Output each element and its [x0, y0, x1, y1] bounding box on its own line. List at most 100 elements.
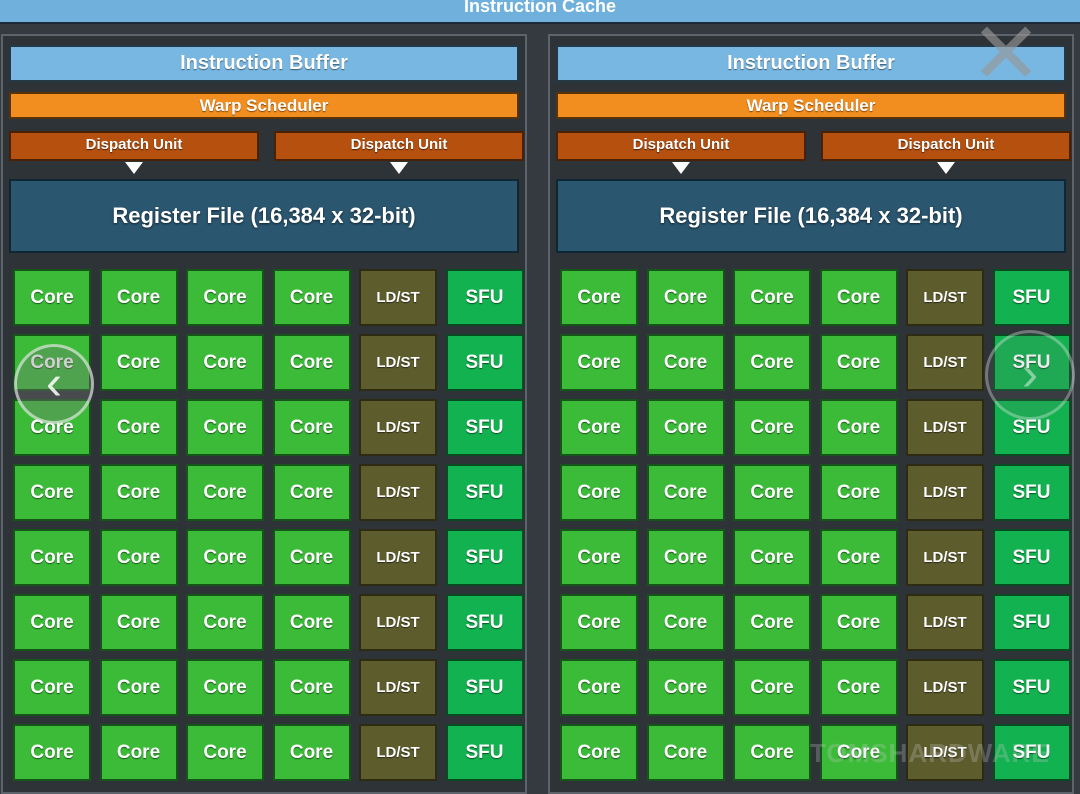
core-unit: Core: [733, 464, 811, 521]
core-unit: Core: [560, 269, 638, 326]
core-unit: Core: [646, 529, 725, 586]
core-unit: Core: [99, 399, 178, 456]
core-unit: Core: [733, 659, 811, 716]
core-unit: Core: [560, 399, 638, 456]
core-unit: Core: [186, 269, 264, 326]
core-unit: Core: [560, 529, 638, 586]
core-unit: Core: [819, 464, 898, 521]
dispatch-unit: Dispatch Unit: [274, 131, 524, 161]
core-unit: Core: [272, 594, 351, 651]
sfu-unit: SFU: [992, 269, 1071, 326]
arrow-down-icon: [390, 162, 408, 174]
core-unit: Core: [733, 594, 811, 651]
core-unit: Core: [560, 464, 638, 521]
sfu-unit: SFU: [992, 594, 1071, 651]
sfu-unit: SFU: [445, 594, 524, 651]
core-unit: Core: [186, 464, 264, 521]
core-unit: Core: [819, 269, 898, 326]
core-unit: Core: [819, 334, 898, 391]
core-unit: Core: [99, 594, 178, 651]
core-unit: Core: [99, 334, 178, 391]
core-unit: Core: [99, 529, 178, 586]
execution-unit-grid: Core Core Core Core LD/ST SFU Core Core Core Core…: [560, 269, 1071, 781]
core-unit: Core: [819, 659, 898, 716]
core-unit: Core: [99, 269, 178, 326]
sfu-unit: SFU: [992, 464, 1071, 521]
ld-st-unit: LD/ST: [359, 269, 437, 326]
core-unit: Core: [560, 594, 638, 651]
ld-st-unit: LD/ST: [906, 529, 984, 586]
core-unit: Core: [186, 334, 264, 391]
ld-st-unit: LD/ST: [359, 464, 437, 521]
chevron-right-icon[interactable]: ›: [985, 330, 1075, 420]
core-unit: Core: [646, 724, 725, 781]
watermark: TOMSHARDWARE: [810, 738, 1050, 768]
ld-st-unit: LD/ST: [359, 594, 437, 651]
core-unit: Core: [560, 659, 638, 716]
ld-st-unit: LD/ST: [906, 464, 984, 521]
core-unit: Core: [13, 529, 91, 586]
core-unit: Core: [819, 529, 898, 586]
core-unit: Core: [272, 724, 351, 781]
sfu-unit: SFU: [445, 659, 524, 716]
core-unit: Core: [186, 594, 264, 651]
ld-st-unit: LD/ST: [359, 529, 437, 586]
register-file: Register File (16,384 x 32-bit): [9, 179, 519, 253]
warp-scheduler: Warp Scheduler: [9, 92, 519, 119]
instruction-buffer: Instruction Buffer: [9, 45, 519, 82]
core-unit: Core: [272, 464, 351, 521]
sfu-unit: SFU: [445, 724, 524, 781]
core-unit: Core: [560, 724, 638, 781]
core-unit: Core: [733, 269, 811, 326]
core-unit: Core: [560, 334, 638, 391]
ld-st-unit: LD/ST: [359, 399, 437, 456]
core-unit: Core: [646, 659, 725, 716]
core-unit: Core: [733, 724, 811, 781]
ld-st-unit: LD/ST: [906, 399, 984, 456]
core-unit: Core: [272, 399, 351, 456]
core-unit: Core: [186, 724, 264, 781]
core-unit: Core: [186, 529, 264, 586]
core-unit: Core: [99, 724, 178, 781]
core-unit: Core: [272, 269, 351, 326]
chevron-left-icon[interactable]: ‹: [14, 344, 94, 424]
sfu-unit: SFU: [445, 529, 524, 586]
ld-st-unit: LD/ST: [906, 334, 984, 391]
arrow-down-icon: [672, 162, 690, 174]
sfu-unit: SFU: [445, 464, 524, 521]
core-unit: Core: [646, 594, 725, 651]
core-unit: Core: [272, 334, 351, 391]
core-unit: Core: [186, 659, 264, 716]
core-unit: Core: [646, 464, 725, 521]
sfu-unit: SFU: [445, 399, 524, 456]
core-unit: Core: [272, 659, 351, 716]
ld-st-unit: LD/ST: [906, 594, 984, 651]
arrow-down-icon: [937, 162, 955, 174]
ld-st-unit: LD/ST: [359, 659, 437, 716]
core-unit: Core: [13, 724, 91, 781]
execution-unit-grid: Core Core Core Core LD/ST SFU Core Core Core Core…: [13, 269, 524, 781]
sfu-unit: SFU: [445, 269, 524, 326]
arrow-down-icon: [125, 162, 143, 174]
core-unit: Core: [733, 334, 811, 391]
sfu-unit: SFU: [445, 334, 524, 391]
core-unit: Core: [819, 594, 898, 651]
sm-block-right: Instruction Buffer Warp Scheduler Dispat…: [548, 34, 1074, 794]
core-unit: Core: [13, 269, 91, 326]
core-unit: Core: [646, 334, 725, 391]
sfu-unit: SFU: [992, 659, 1071, 716]
core-unit: Core: [13, 594, 91, 651]
instruction-cache-bar: Instruction Cache: [0, 0, 1080, 24]
core-unit: Core: [99, 659, 178, 716]
register-file: Register File (16,384 x 32-bit): [556, 179, 1066, 253]
sfu-unit: SFU: [992, 529, 1071, 586]
core-unit: Core: [646, 269, 725, 326]
core-unit: Core: [13, 659, 91, 716]
core-unit: Core: [733, 529, 811, 586]
core-unit: Core: [646, 399, 725, 456]
core-unit: Core: [733, 399, 811, 456]
dispatch-unit: Dispatch Unit: [556, 131, 806, 161]
ld-st-unit: LD/ST: [906, 659, 984, 716]
core-unit: Core: [99, 464, 178, 521]
close-icon[interactable]: ✕: [968, 11, 1044, 97]
